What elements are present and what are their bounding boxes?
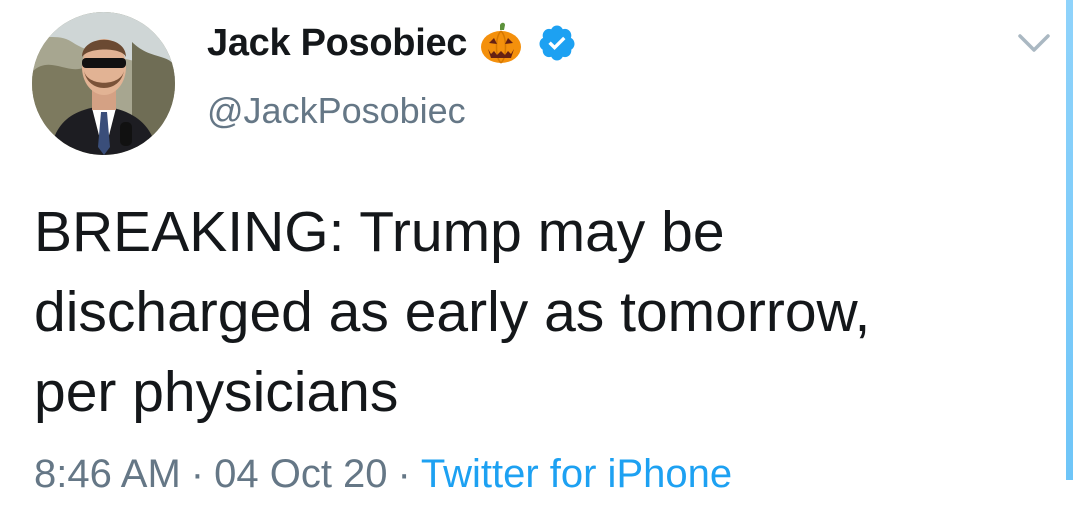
pumpkin-icon — [479, 21, 523, 65]
edge-stripe — [1066, 0, 1073, 480]
meta-separator: · — [397, 452, 411, 496]
tweet-time[interactable]: 8:46 AM — [34, 452, 181, 496]
display-name[interactable]: Jack Posobiec — [207, 22, 467, 65]
meta-separator: · — [190, 452, 205, 496]
tweet-date[interactable]: 04 Oct 20 — [214, 452, 387, 496]
tweet-meta: 8:46 AM · 04 Oct 20 · Twitter for iPhone — [34, 452, 732, 497]
chevron-down-icon[interactable] — [1016, 30, 1052, 56]
verified-badge-icon — [537, 23, 577, 63]
user-handle[interactable]: @JackPosobiec — [207, 90, 466, 132]
tweet-source-link[interactable]: Twitter for iPhone — [421, 452, 732, 496]
tweet-card: Jack Posobiec @JackPosobiec BREAKING: Tr… — [0, 0, 1080, 522]
author-row: Jack Posobiec — [207, 18, 577, 68]
avatar[interactable] — [32, 12, 175, 155]
tweet-text: BREAKING: Trump may be discharged as ear… — [34, 200, 871, 424]
